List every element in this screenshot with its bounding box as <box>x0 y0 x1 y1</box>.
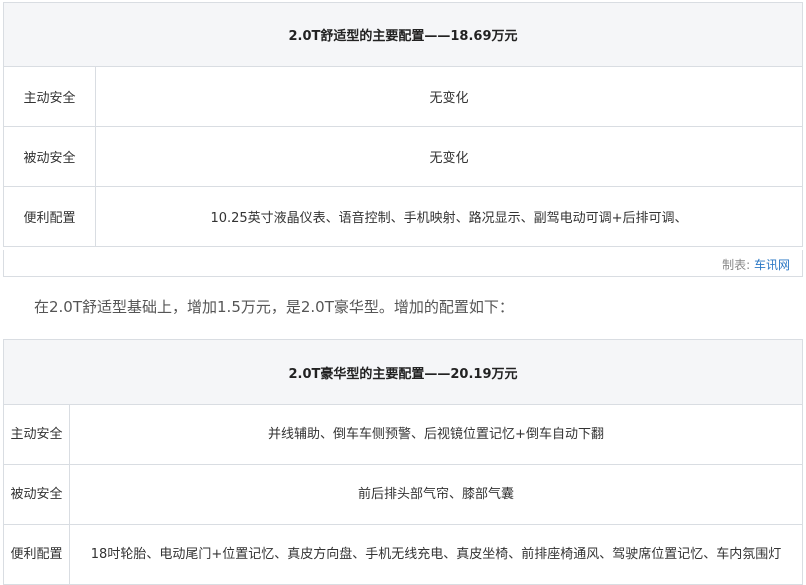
table-row: 主动安全 无变化 <box>3 66 803 127</box>
table-title: 2.0T豪华型的主要配置——20.19万元 <box>3 339 803 405</box>
config-table-luxury: 2.0T豪华型的主要配置——20.19万元 主动安全 并线辅助、倒车车侧预警、后… <box>3 339 803 585</box>
row-label: 主动安全 <box>3 404 70 465</box>
row-value: 前后排头部气帘、膝部气囊 <box>69 464 803 525</box>
credit-prefix: 制表: <box>722 258 754 272</box>
table-title: 2.0T舒适型的主要配置——18.69万元 <box>3 2 803 67</box>
row-label: 被动安全 <box>3 126 96 187</box>
row-value: 18吋轮胎、电动尾门+位置记忆、真皮方向盘、手机无线充电、真皮坐椅、前排座椅通风… <box>69 524 803 585</box>
config-table-comfort: 2.0T舒适型的主要配置——18.69万元 主动安全 无变化 被动安全 无变化 … <box>3 2 803 247</box>
row-value: 10.25英寸液晶仪表、语音控制、手机映射、路况显示、副驾电动可调+后排可调、 <box>95 186 803 247</box>
row-label: 便利配置 <box>3 186 96 247</box>
table-row: 便利配置 10.25英寸液晶仪表、语音控制、手机映射、路况显示、副驾电动可调+后… <box>3 186 803 247</box>
table-row: 被动安全 无变化 <box>3 126 803 187</box>
row-value: 并线辅助、倒车车侧预警、后视镜位置记忆+倒车自动下翻 <box>69 404 803 465</box>
row-value: 无变化 <box>95 126 803 187</box>
row-label: 主动安全 <box>3 66 96 127</box>
row-label: 被动安全 <box>3 464 70 525</box>
table-credit: 制表: 车讯网 <box>3 250 803 277</box>
intro-paragraph: 在2.0T舒适型基础上，增加1.5万元，是2.0T豪华型。增加的配置如下： <box>34 298 514 316</box>
table-row: 被动安全 前后排头部气帘、膝部气囊 <box>3 464 803 525</box>
credit-source-link[interactable]: 车讯网 <box>754 258 790 272</box>
table-row: 便利配置 18吋轮胎、电动尾门+位置记忆、真皮方向盘、手机无线充电、真皮坐椅、前… <box>3 524 803 585</box>
row-value: 无变化 <box>95 66 803 127</box>
table-row: 主动安全 并线辅助、倒车车侧预警、后视镜位置记忆+倒车自动下翻 <box>3 404 803 465</box>
row-label: 便利配置 <box>3 524 70 585</box>
